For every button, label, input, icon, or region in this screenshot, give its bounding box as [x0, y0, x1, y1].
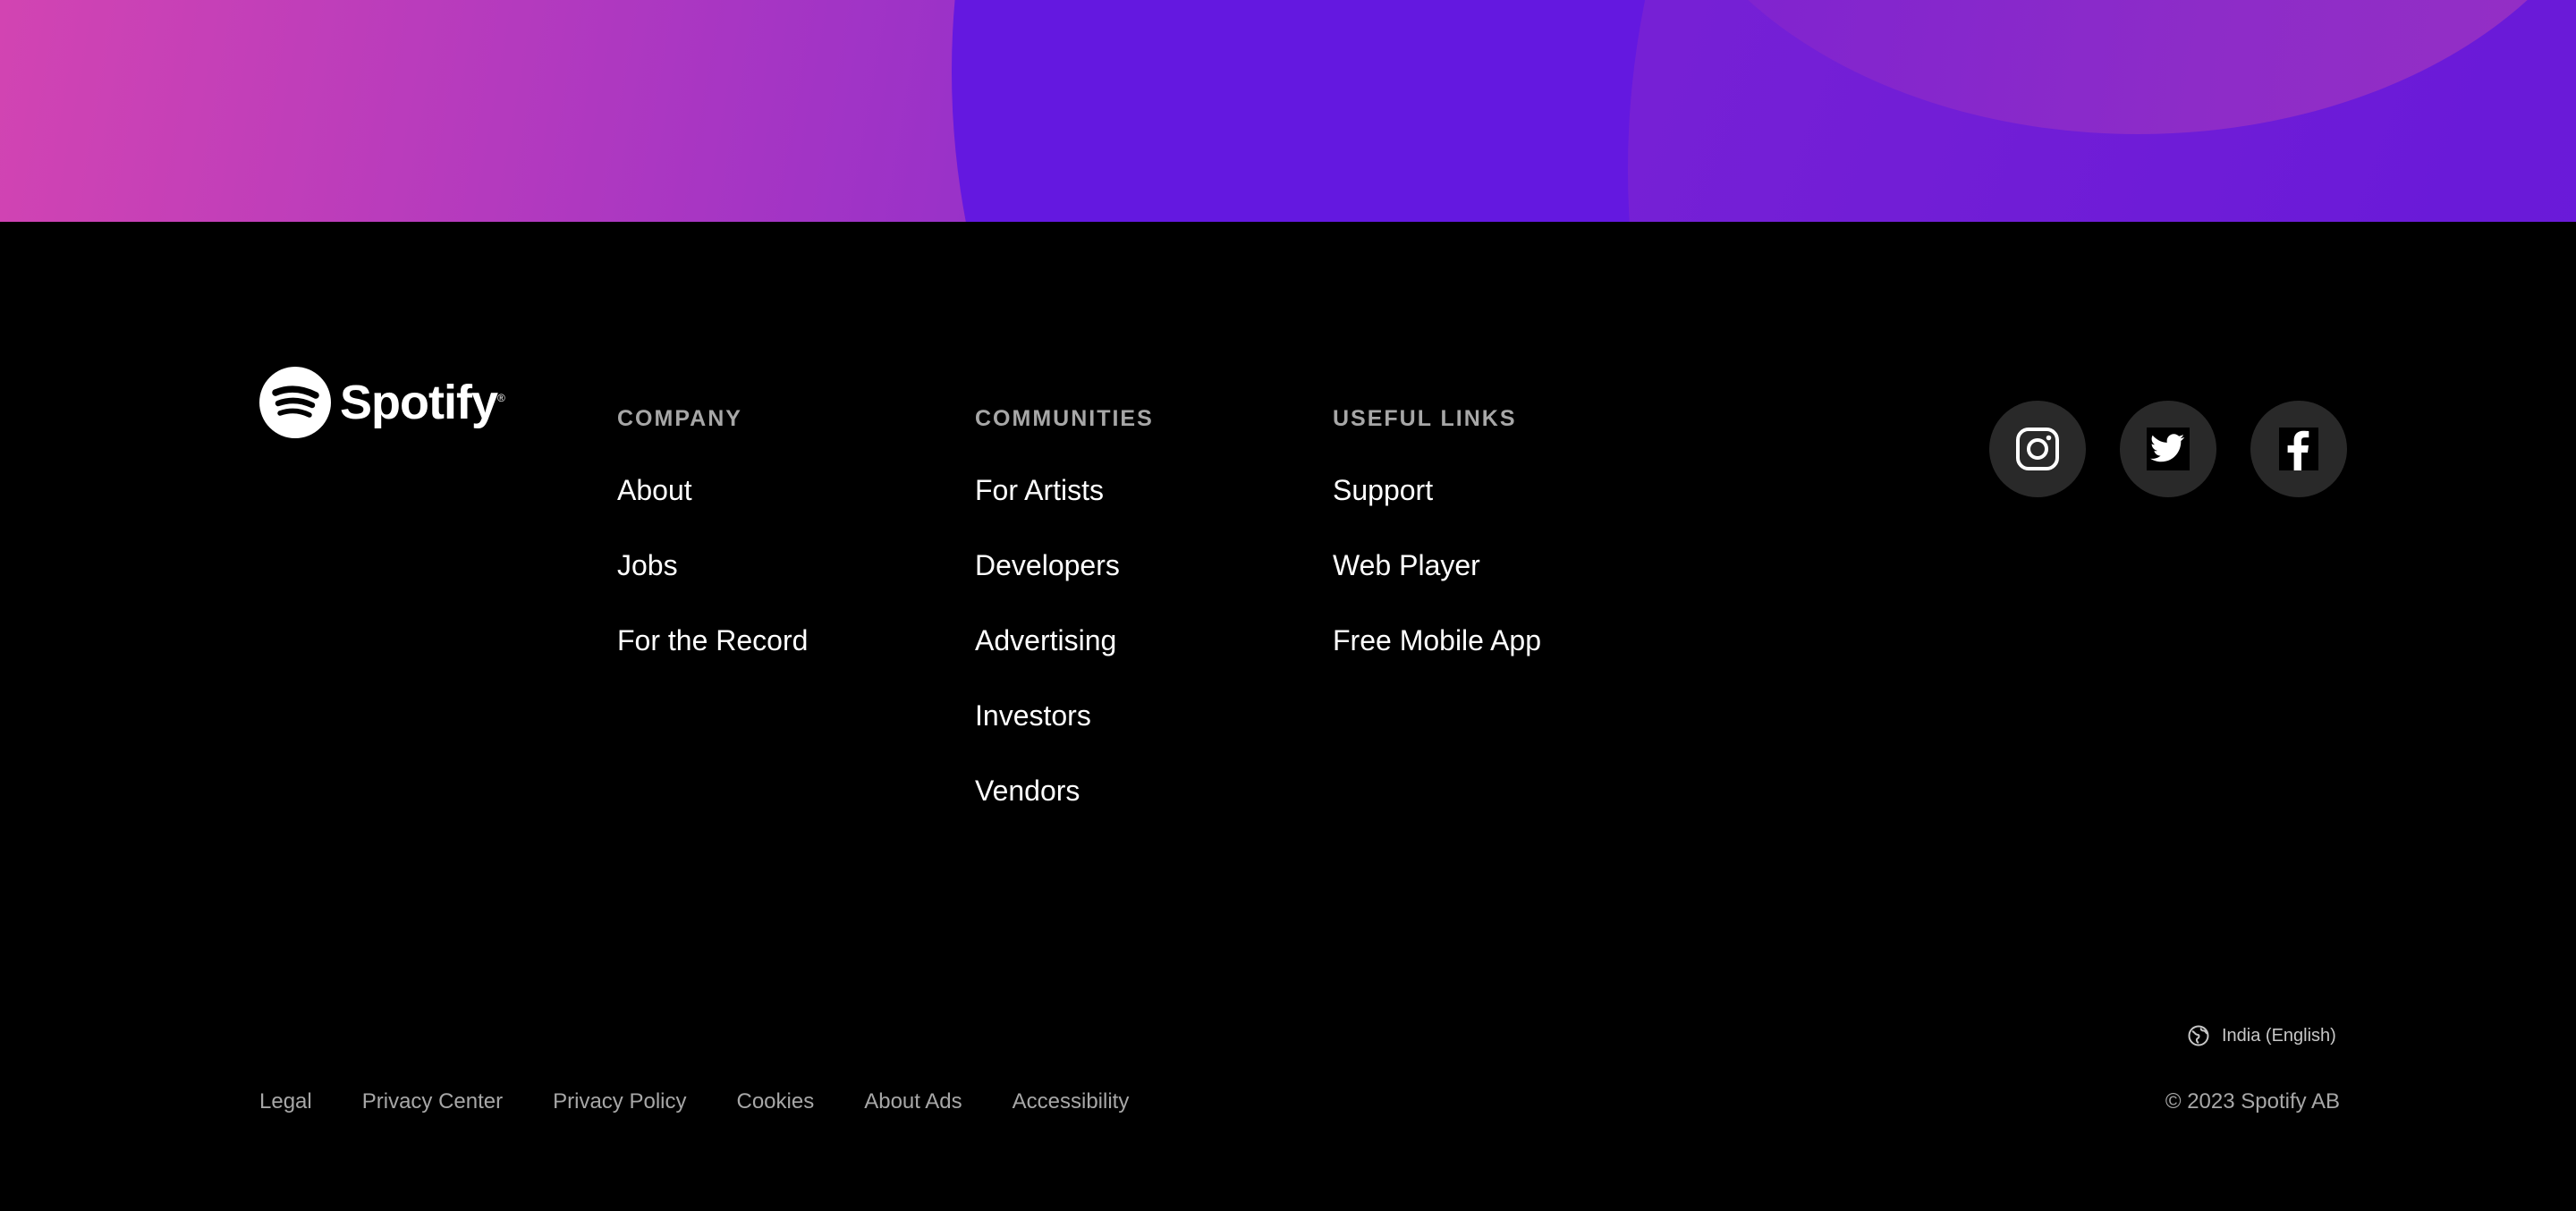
footer-link-free-mobile-app[interactable]: Free Mobile App	[1333, 623, 1541, 657]
footer-column-communities: COMMUNITIES For Artists Developers Adver…	[975, 406, 1154, 849]
footer-link-support[interactable]: Support	[1333, 473, 1541, 507]
legal-links: Legal Privacy Center Privacy Policy Cook…	[259, 1089, 1129, 1114]
footer-link-advertising[interactable]: Advertising	[975, 623, 1154, 657]
locale-selector[interactable]: India (English)	[2188, 1025, 2336, 1046]
facebook-icon	[2279, 428, 2318, 470]
footer-link-vendors[interactable]: Vendors	[975, 774, 1154, 808]
facebook-button[interactable]	[2250, 401, 2347, 497]
footer-column-useful-links: USEFUL LINKS Support Web Player Free Mob…	[1333, 406, 1541, 699]
spotify-wordmark: Spotify®	[340, 376, 505, 429]
hero-gradient-banner	[0, 0, 2576, 222]
footer-column-company: COMPANY About Jobs For the Record	[617, 406, 808, 699]
copyright-text: © 2023 Spotify AB	[2165, 1089, 2340, 1114]
legal-link-accessibility[interactable]: Accessibility	[1013, 1089, 1130, 1114]
footer-link-developers[interactable]: Developers	[975, 548, 1154, 582]
column-title: COMMUNITIES	[975, 406, 1154, 431]
column-title: USEFUL LINKS	[1333, 406, 1517, 431]
social-links	[1989, 401, 2347, 497]
spotify-logo-icon	[259, 367, 331, 438]
footer-link-for-the-record[interactable]: For the Record	[617, 623, 808, 657]
legal-link-privacy-policy[interactable]: Privacy Policy	[553, 1089, 686, 1114]
footer-link-about[interactable]: About	[617, 473, 808, 507]
twitter-button[interactable]	[2120, 401, 2216, 497]
legal-link-about-ads[interactable]: About Ads	[864, 1089, 962, 1114]
legal-link-privacy-center[interactable]: Privacy Center	[362, 1089, 503, 1114]
site-footer: Spotify® COMPANY About Jobs For the Reco…	[0, 222, 2576, 1211]
footer-link-investors[interactable]: Investors	[975, 699, 1154, 733]
instagram-button[interactable]	[1989, 401, 2086, 497]
legal-link-legal[interactable]: Legal	[259, 1089, 312, 1114]
locale-label: India (English)	[2222, 1025, 2336, 1046]
footer-link-for-artists[interactable]: For Artists	[975, 473, 1154, 507]
legal-link-cookies[interactable]: Cookies	[737, 1089, 815, 1114]
globe-icon	[2188, 1025, 2209, 1046]
twitter-icon	[2147, 428, 2190, 470]
instagram-icon	[2016, 428, 2059, 470]
footer-link-web-player[interactable]: Web Player	[1333, 548, 1541, 582]
spotify-logo[interactable]: Spotify®	[259, 367, 505, 438]
column-title: COMPANY	[617, 406, 742, 431]
footer-link-jobs[interactable]: Jobs	[617, 548, 808, 582]
